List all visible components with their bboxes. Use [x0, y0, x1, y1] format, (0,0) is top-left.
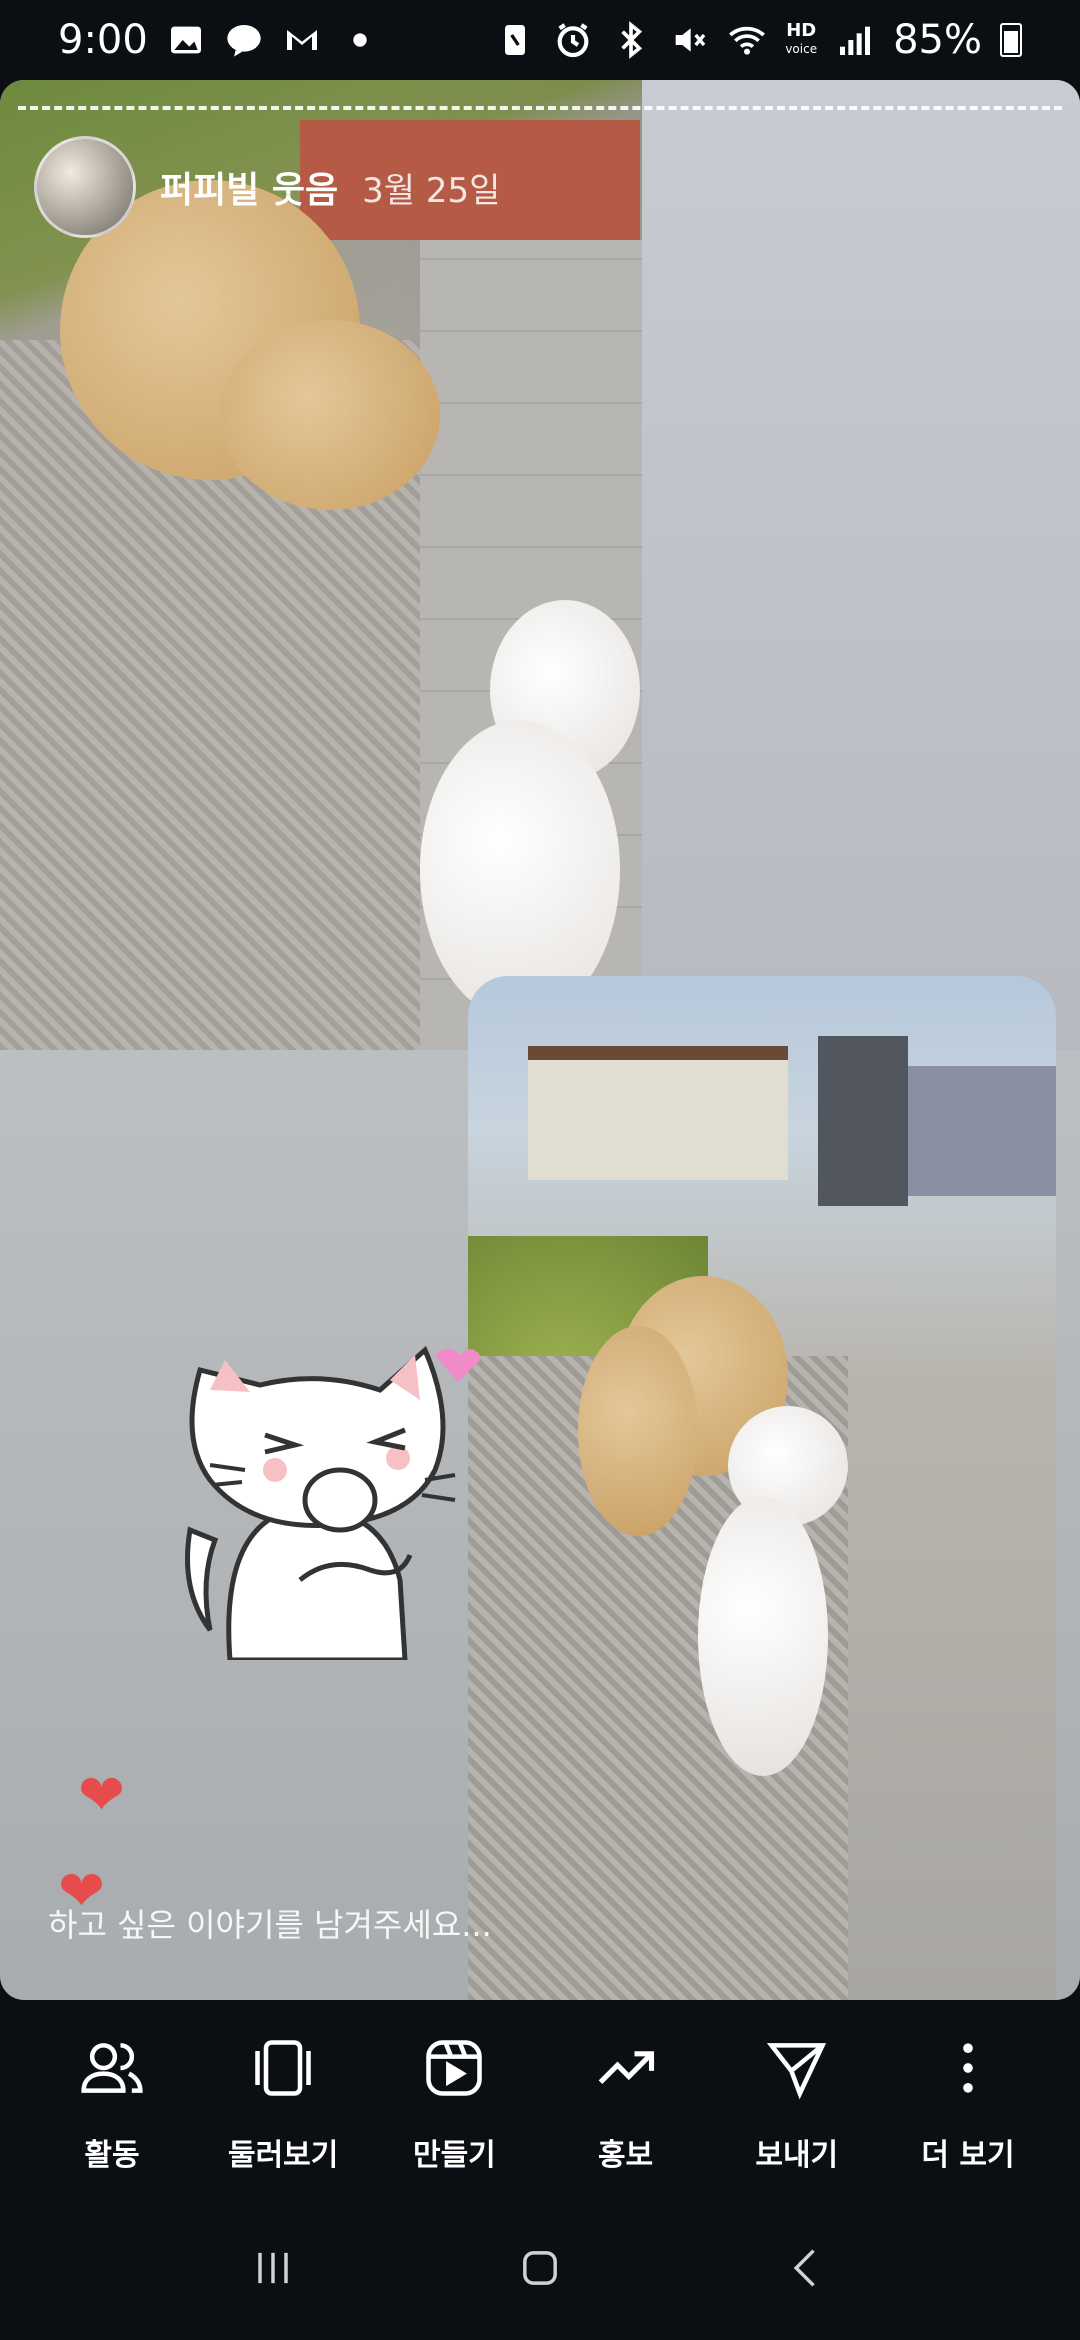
bluetooth-icon — [611, 20, 651, 60]
story-date: 3월 25일 — [362, 170, 501, 211]
alarm-icon — [553, 20, 593, 60]
kakaotalk-icon — [224, 20, 264, 60]
more-button[interactable]: 더 보기 — [884, 2000, 1052, 2200]
story-username[interactable]: 퍼피빌 웃음 — [160, 161, 338, 213]
home-icon[interactable] — [514, 2242, 566, 2298]
nfc-icon — [495, 20, 535, 60]
hd-voice-icon: HD voice — [785, 20, 818, 57]
system-nav-bar — [0, 2200, 1080, 2340]
story-action-bar: 활동 둘러보기 만들기 홍보 보내기 더 보기 — [0, 2000, 1080, 2200]
story-viewer[interactable]: 퍼피빌 웃음 3월 25일 ❤ ❤ 하고 싶은 이야기를 남겨주세요... — [0, 80, 1080, 2000]
promote-button[interactable]: 홍보 — [542, 2000, 710, 2200]
gmail-icon — [282, 20, 322, 60]
battery-icon — [1000, 23, 1022, 57]
people-icon — [78, 2034, 146, 2106]
heart-icon: ❤ — [78, 1763, 125, 1828]
trend-up-icon — [592, 2034, 660, 2106]
avatar[interactable] — [34, 136, 136, 238]
reel-create-icon — [420, 2034, 488, 2106]
dot-icon — [340, 20, 380, 60]
more-vertical-icon — [934, 2034, 1002, 2106]
signal-icon — [835, 20, 875, 60]
story-progress-bar — [18, 106, 1062, 110]
battery-percent: 85% — [893, 17, 982, 63]
activity-button[interactable]: 활동 — [28, 2000, 196, 2200]
story-header: 퍼피빌 웃음 3월 25일 — [34, 136, 500, 238]
browse-button[interactable]: 둘러보기 — [199, 2000, 367, 2200]
mute-icon — [669, 20, 709, 60]
send-button[interactable]: 보내기 — [713, 2000, 881, 2200]
carousel-icon — [249, 2034, 317, 2106]
story-background-panel — [642, 80, 1080, 1050]
status-time: 9:00 — [58, 17, 148, 63]
status-bar: 9:00 HD voice 85% — [0, 0, 1080, 80]
wifi-icon — [727, 20, 767, 60]
send-icon — [763, 2034, 831, 2106]
recents-icon[interactable] — [247, 2242, 299, 2298]
create-button[interactable]: 만들기 — [370, 2000, 538, 2200]
cat-sticker-icon — [185, 1345, 480, 1660]
back-icon[interactable] — [781, 2242, 833, 2298]
gallery-icon — [166, 20, 206, 60]
story-photo-bottom — [468, 976, 1056, 2000]
reply-input[interactable]: 하고 싶은 이야기를 남겨주세요... — [48, 1900, 492, 1946]
